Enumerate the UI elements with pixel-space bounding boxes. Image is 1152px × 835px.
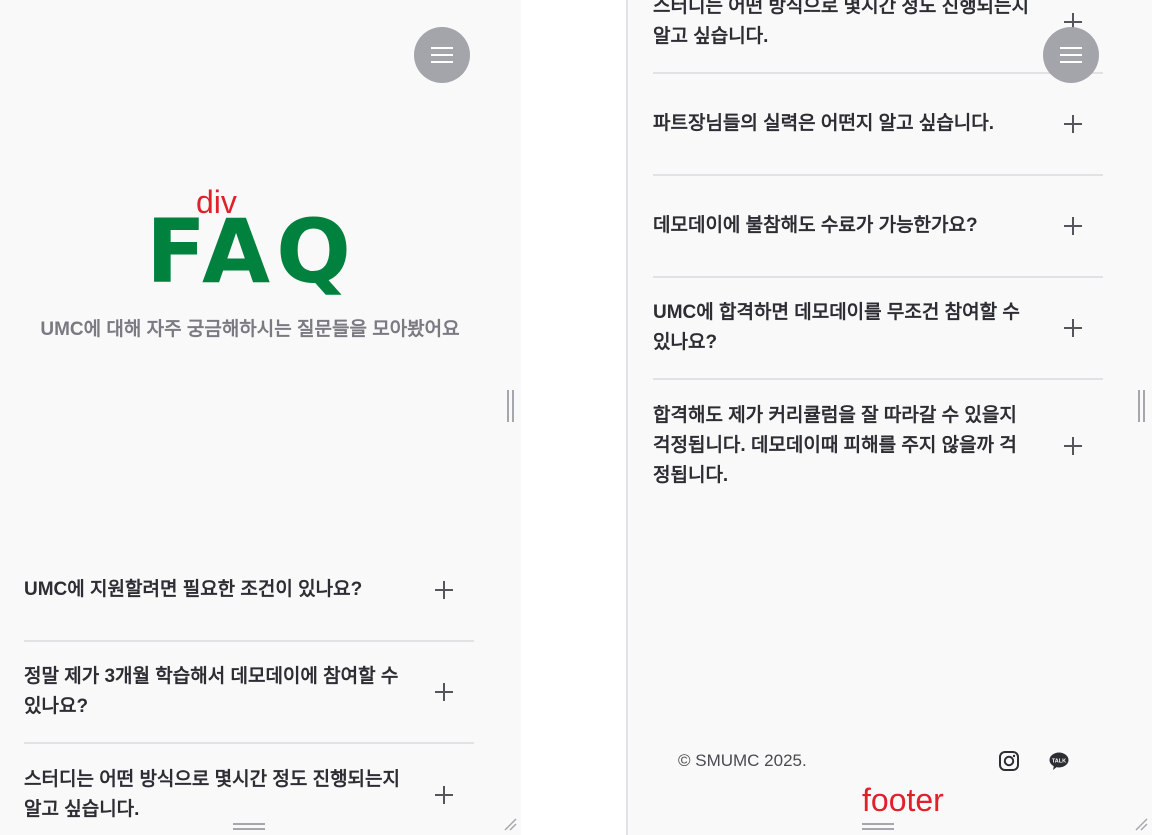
page-subtitle: UMC에 대해 자주 궁금해하시는 질문들을 모아봤어요 [40,319,460,340]
hamburger-menu-icon [431,47,453,63]
faq-question: 데모데이에 불참해도 수료가 가능한가요? [653,215,978,236]
faq-list: UMC에 지원할려면 필요한 조건이 있나요? 정말 제가 3개월 학습해서 데… [24,540,474,835]
corner-resize-handle[interactable] [503,817,517,831]
kakaotalk-label: TALK [1052,759,1066,765]
plus-icon[interactable] [434,682,454,702]
hamburger-menu-button[interactable] [1043,27,1099,83]
faq-question: 파트장님들의 실력은 어떤지 알고 싶습니다. [653,113,995,134]
plus-icon[interactable] [1063,318,1083,338]
faq-question: UMC에 합격하면 데모데이를 무조건 참여할 수 있나요? [653,302,1020,353]
vertical-resize-handle[interactable] [507,390,514,422]
plus-icon[interactable] [1063,436,1083,456]
page-title: FAQ [146,200,357,303]
faq-question: 스터디는 어떤 방식으로 몇시간 정도 진행되는지 알고 싶습니다. [653,0,1029,47]
vertical-resize-handle[interactable] [1138,390,1145,422]
kakaotalk-icon[interactable]: TALK [1048,750,1070,772]
faq-item[interactable]: 합격해도 제가 커리큘럼을 잘 따라갈 수 있을지 걱정됩니다. 데모데이때 피… [653,380,1103,512]
faq-item[interactable]: 정말 제가 3개월 학습해서 데모데이에 참여할 수 있나요? [24,642,474,744]
faq-list: 스터디는 어떤 방식으로 몇시간 정도 진행되는지 알고 싶습니다. 파트장님들… [653,0,1103,512]
faq-question: 합격해도 제가 커리큘럼을 잘 따라갈 수 있을지 걱정됩니다. 데모데이때 피… [653,405,1017,486]
faq-question: UMC에 지원할려면 필요한 조건이 있나요? [24,579,363,600]
faq-item[interactable]: 파트장님들의 실력은 어떤지 알고 싶습니다. [653,74,1103,176]
plus-icon[interactable] [434,580,454,600]
footer-annotation-label: footer [862,782,944,818]
plus-icon[interactable] [434,785,454,805]
faq-item[interactable]: UMC에 지원할려면 필요한 조건이 있나요? [24,540,474,642]
faq-item[interactable]: 스터디는 어떤 방식으로 몇시간 정도 진행되는지 알고 싶습니다. [24,744,474,835]
faq-item[interactable]: 데모데이에 불참해도 수료가 가능한가요? [653,176,1103,278]
plus-icon[interactable] [1063,216,1083,236]
horizontal-resize-handle[interactable] [233,823,265,830]
faq-item[interactable]: 스터디는 어떤 방식으로 몇시간 정도 진행되는지 알고 싶습니다. [653,0,1103,74]
corner-resize-handle[interactable] [1134,817,1148,831]
instagram-icon[interactable] [998,750,1020,772]
faq-question: 스터디는 어떤 방식으로 몇시간 정도 진행되는지 알고 싶습니다. [24,769,400,820]
copyright-text: © SMUMC 2025. [678,751,807,770]
hamburger-menu-icon [1060,47,1082,63]
plus-icon[interactable] [1063,114,1083,134]
stage: div FAQ UMC에 대해 자주 궁금해하시는 질문들을 모아봤어요 UMC… [0,0,1152,835]
hamburger-menu-button[interactable] [414,27,470,83]
footer: © SMUMC 2025. TALK [678,748,1078,776]
horizontal-resize-handle[interactable] [862,823,894,830]
faq-question: 정말 제가 3개월 학습해서 데모데이에 참여할 수 있나요? [24,666,399,717]
mobile-preview-left: div FAQ UMC에 대해 자주 궁금해하시는 질문들을 모아봤어요 UMC… [0,0,521,835]
mobile-preview-right: 스터디는 어떤 방식으로 몇시간 정도 진행되는지 알고 싶습니다. 파트장님들… [626,0,1152,835]
faq-item[interactable]: UMC에 합격하면 데모데이를 무조건 참여할 수 있나요? [653,278,1103,380]
